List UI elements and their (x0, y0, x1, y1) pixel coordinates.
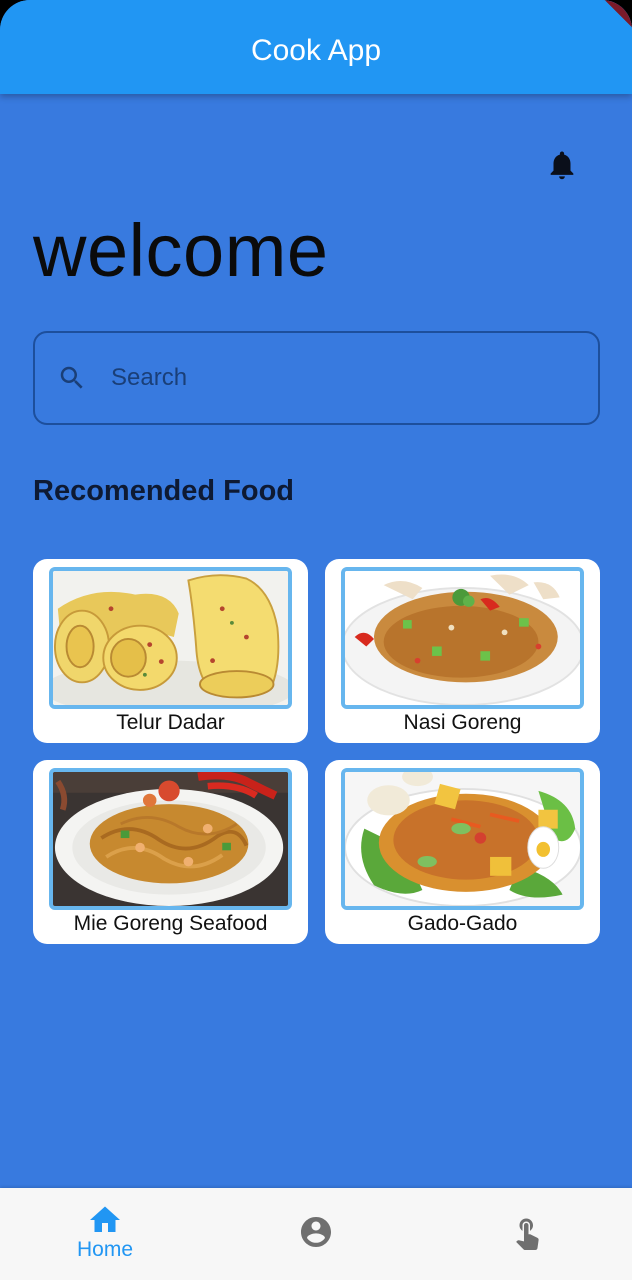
food-image (49, 768, 292, 910)
search-input[interactable] (111, 364, 551, 392)
app-title: Cook App (250, 34, 382, 67)
notifications-icon[interactable] (545, 147, 579, 183)
food-card-gado-gado[interactable]: Gado-Gado (325, 760, 600, 944)
welcome-heading: welcome (33, 209, 329, 292)
nav-item-touch[interactable] (447, 1188, 607, 1280)
app-screen: Cook App welcome Recomended Food (0, 0, 632, 1280)
food-image (49, 567, 292, 709)
food-card-nasi-goreng[interactable]: Nasi Goreng (325, 559, 600, 743)
nav-item-home[interactable]: Home (25, 1188, 185, 1280)
food-image (341, 567, 584, 709)
nav-item-profile[interactable] (236, 1188, 396, 1280)
food-image (341, 768, 584, 910)
nav-item-label: Home (76, 1238, 134, 1261)
app-bar: Cook App (0, 0, 632, 94)
food-grid: Telur Dadar Nasi Goreng Mie Goreng Seafo… (33, 559, 600, 944)
food-card-telur-dadar[interactable]: Telur Dadar (33, 559, 308, 743)
food-name: Gado-Gado (407, 912, 518, 935)
home-icon (90, 1206, 120, 1232)
section-title: Recomended Food (33, 475, 295, 507)
account-circle-icon (301, 1217, 331, 1247)
search-field[interactable] (33, 331, 600, 425)
food-name: Mie Goreng Seafood (73, 912, 268, 935)
touch-app-icon (516, 1218, 539, 1250)
food-name: Telur Dadar (116, 711, 225, 734)
debug-banner-corner (602, 0, 632, 30)
food-card-mie-goreng-seafood[interactable]: Mie Goreng Seafood (33, 760, 308, 944)
bottom-navigation-bar: Home (0, 1188, 632, 1280)
search-icon (60, 366, 83, 389)
food-name: Nasi Goreng (403, 711, 522, 734)
